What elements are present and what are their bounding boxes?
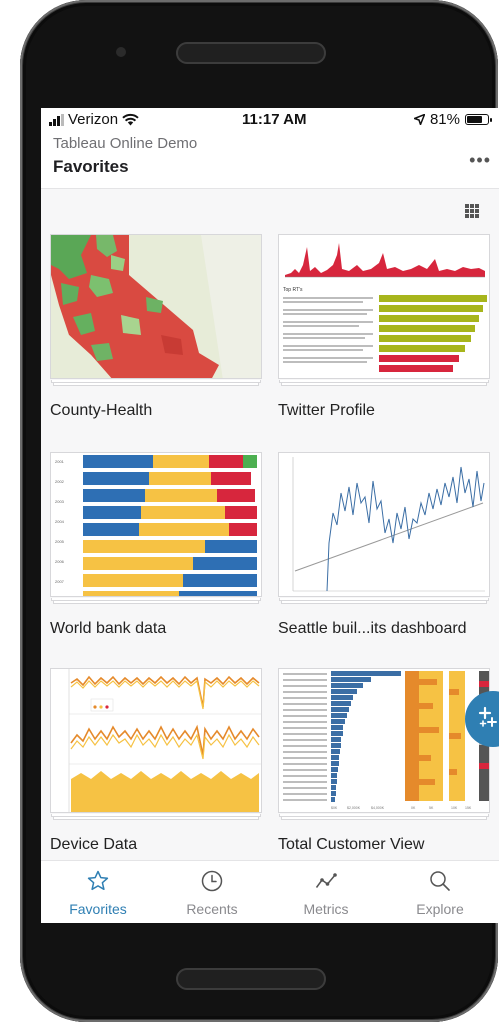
svg-text:$0K: $0K <box>331 806 338 810</box>
clock-icon <box>201 870 223 892</box>
card-title: Twitter Profile <box>278 402 375 419</box>
tab-metrics[interactable]: Metrics <box>269 861 383 923</box>
home-button-bar <box>176 968 326 990</box>
more-options-button[interactable]: ••• <box>469 150 491 171</box>
svg-text:2002: 2002 <box>55 479 65 484</box>
card-title: County-Health <box>50 402 153 419</box>
carrier-label: Verizon <box>68 111 119 128</box>
site-name: Tableau Online Demo <box>53 135 198 152</box>
svg-text:$2,000K: $2,000K <box>347 806 361 810</box>
earpiece-speaker <box>176 42 326 64</box>
svg-text:Top RT's: Top RT's <box>283 287 303 293</box>
thumbnail-device-data <box>50 668 262 813</box>
thumbnail-county-health <box>50 234 262 379</box>
svg-text:5K: 5K <box>429 806 434 810</box>
card-title: Device Data <box>50 836 138 853</box>
tab-explore[interactable]: Explore <box>383 861 497 923</box>
svg-text:$4,000K: $4,000K <box>371 806 385 810</box>
search-icon <box>430 871 450 891</box>
sparkle-plus-icon <box>478 706 497 727</box>
svg-text:10K: 10K <box>451 806 458 810</box>
svg-text:2001: 2001 <box>55 459 65 464</box>
svg-text:2003: 2003 <box>55 499 65 504</box>
svg-text:2007: 2007 <box>55 579 65 584</box>
app-screen: Verizon 11:17 AM 81% Tableau Online Demo… <box>41 108 499 923</box>
app-header: Tableau Online Demo Favorites ••• <box>41 130 499 189</box>
card-title: Seattle buil...its dashboard <box>278 620 467 637</box>
metrics-icon <box>315 873 337 888</box>
thumbnail-total-customer-view: $0K $2,000K $4,000K 0K 5K 10K 15K <box>278 668 490 813</box>
svg-text:15K: 15K <box>465 806 472 810</box>
battery-icon <box>465 114 492 125</box>
clock: 11:17 AM <box>242 111 307 128</box>
cell-signal-icon <box>49 113 64 126</box>
tab-label: Recents <box>186 901 238 917</box>
bottom-tab-bar: Favorites Recents Metrics Explore <box>41 860 499 923</box>
svg-text:2004: 2004 <box>55 519 65 524</box>
tab-label: Metrics <box>303 901 349 917</box>
svg-text:0K: 0K <box>411 806 416 810</box>
tab-label: Explore <box>416 901 464 917</box>
tab-favorites[interactable]: Favorites <box>41 861 155 923</box>
tab-recents[interactable]: Recents <box>155 861 269 923</box>
thumbnail-world-bank-data: 2001 2002 2003 2004 2005 2006 2007 <box>50 452 262 597</box>
star-icon <box>87 870 109 891</box>
battery-percent: 81% <box>429 111 460 128</box>
svg-text:2006: 2006 <box>55 559 65 564</box>
card-title: Total Customer View <box>278 836 425 853</box>
page-title: Favorites <box>53 157 129 176</box>
thumbnail-seattle-building-permits <box>278 452 490 597</box>
status-bar: Verizon 11:17 AM 81% <box>41 108 499 130</box>
tab-label: Favorites <box>69 901 127 917</box>
card-title: World bank data <box>50 620 167 637</box>
front-camera <box>116 47 126 57</box>
grid-view-icon[interactable] <box>465 204 479 218</box>
thumbnail-twitter-profile: Top RT's <box>278 234 490 379</box>
svg-text:2005: 2005 <box>55 539 65 544</box>
location-arrow-icon <box>413 114 425 125</box>
wifi-icon <box>122 113 139 126</box>
